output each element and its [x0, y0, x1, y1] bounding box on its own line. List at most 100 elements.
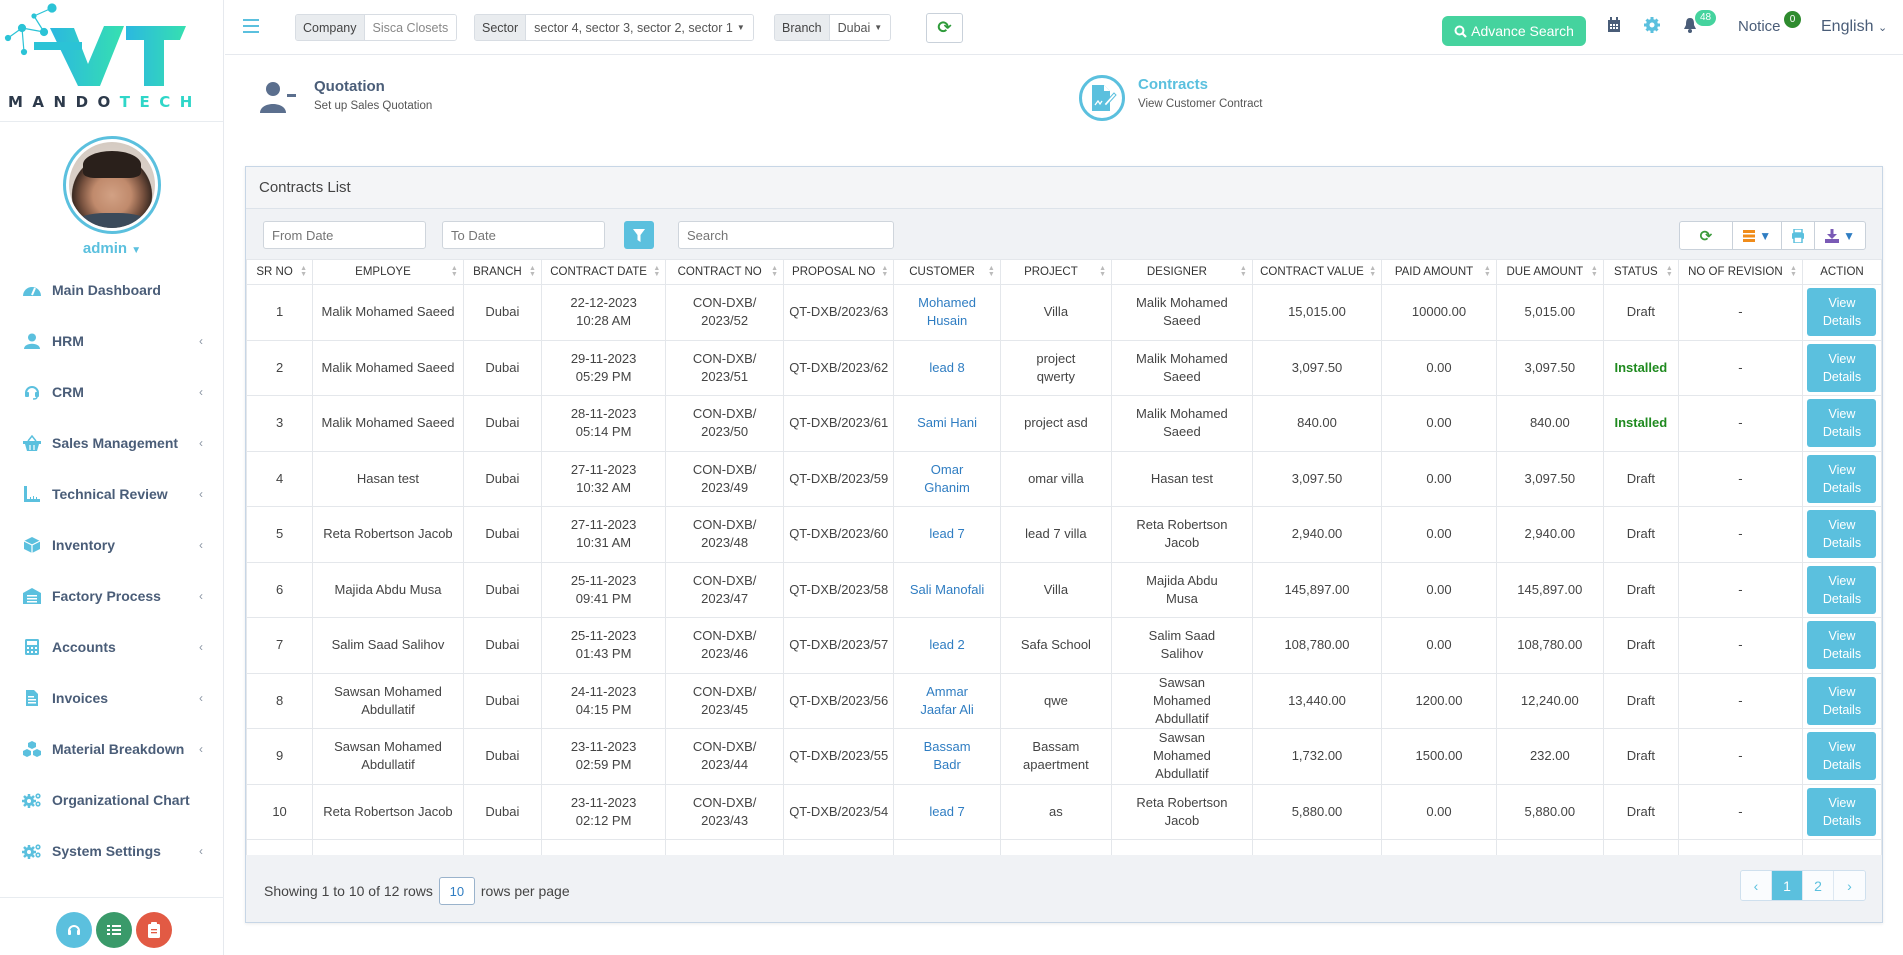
page-1-button[interactable]: 1 — [1772, 871, 1803, 900]
column-header-employe[interactable]: EMPLOYE ▲ ▼ — [312, 259, 464, 285]
sort-icon: ▲ ▼ — [987, 265, 995, 278]
menu-toggle-icon[interactable] — [243, 19, 259, 33]
sidebar-item-system-settings[interactable]: System Settings ‹ — [0, 825, 223, 876]
notice-link[interactable]: Notice — [1738, 18, 1781, 35]
sidebar-item-invoices[interactable]: Invoices ‹ — [0, 672, 223, 723]
table-refresh-button[interactable]: ⟳ — [1680, 222, 1734, 249]
cell-contract-no: CON-DXB/ 2023/50 — [665, 395, 785, 452]
sidebar-item-organizational-chart[interactable]: Organizational Chart — [0, 774, 223, 825]
cell-contract-date: 22-12-2023 10:28 AM — [540, 284, 667, 341]
sidebar-item-main-dashboard[interactable]: Main Dashboard — [0, 264, 223, 315]
export-button[interactable]: ▼ — [1815, 222, 1865, 249]
sidebar-item-material-breakdown[interactable]: Material Breakdown ‹ — [0, 723, 223, 774]
view-details-button[interactable]: View Details — [1807, 565, 1877, 614]
logo[interactable]: MANDOTECH — [0, 0, 223, 122]
branch-selector[interactable]: Branch Dubai ▼ — [774, 14, 892, 41]
column-header-customer[interactable]: CUSTOMER ▲ ▼ — [893, 259, 1001, 285]
column-header-no-of-revision[interactable]: NO OF REVISION ▲ ▼ — [1677, 259, 1803, 285]
next-page-button[interactable]: › — [1834, 871, 1865, 900]
sector-dropdown[interactable]: sector 4, sector 3, sector 2, sector 1 ▼ — [526, 15, 753, 40]
tasks-button[interactable] — [96, 912, 132, 948]
cell-project: project asd — [999, 395, 1113, 452]
support-button[interactable] — [56, 912, 92, 948]
advance-search-button[interactable]: Advance Search — [1442, 16, 1586, 46]
to-date-input[interactable] — [442, 221, 605, 249]
quotation-card[interactable]: Quotation Set up Sales Quotation — [260, 78, 432, 115]
clipboard-icon — [148, 922, 160, 938]
view-details-button[interactable]: View Details — [1807, 288, 1877, 337]
cell-paid-amount: 0.00 — [1381, 395, 1497, 452]
column-header-project[interactable]: PROJECT ▲ ▼ — [999, 259, 1113, 285]
filter-button[interactable] — [624, 221, 654, 249]
calendar-icon[interactable] — [1607, 17, 1621, 33]
gear-icon[interactable] — [1644, 17, 1660, 33]
column-header-due-amount[interactable]: DUE AMOUNT ▲ ▼ — [1495, 259, 1604, 285]
cell-branch: Dubai — [462, 783, 542, 840]
user-menu[interactable]: admin ▼ — [0, 240, 224, 257]
view-details-button[interactable]: View Details — [1807, 787, 1877, 836]
column-header-proposal-no[interactable]: PROPOSAL NO ▲ ▼ — [783, 259, 895, 285]
customer-link[interactable]: lead 7 — [893, 506, 1001, 563]
sidebar-item-sales-management[interactable]: Sales Management ‹ — [0, 417, 223, 468]
view-details-button[interactable]: View Details — [1807, 454, 1877, 503]
columns-toggle-button[interactable]: ▼ — [1733, 222, 1783, 249]
sort-icon: ▲ ▼ — [1369, 265, 1377, 278]
column-header-contract-value[interactable]: CONTRACT VALUE ▲ ▼ — [1251, 259, 1383, 285]
column-header-paid-amount[interactable]: PAID AMOUNT ▲ ▼ — [1381, 259, 1497, 285]
status-badge: Draft — [1602, 617, 1679, 674]
customer-link[interactable]: Mohamed Husain — [893, 284, 1001, 341]
company-selector[interactable]: Company Sisca Closets — [295, 14, 458, 41]
company-value[interactable]: Sisca Closets — [364, 15, 457, 40]
customer-link[interactable]: lead 2 — [893, 617, 1001, 674]
print-button[interactable] — [1782, 222, 1816, 249]
sidebar-item-technical-review[interactable]: Technical Review ‹ — [0, 468, 223, 519]
sidebar-item-inventory[interactable]: Inventory ‹ — [0, 519, 223, 570]
language-selector[interactable]: English ⌄ — [1821, 18, 1887, 36]
clipboard-button[interactable] — [136, 912, 172, 948]
caret-down-icon: ▼ — [1843, 228, 1855, 243]
view-details-button[interactable]: View Details — [1807, 732, 1877, 781]
customer-link[interactable]: lead 7 — [893, 783, 1001, 840]
sidebar-item-accounts[interactable]: Accounts ‹ — [0, 621, 223, 672]
view-details-button[interactable]: View Details — [1807, 676, 1877, 725]
avatar[interactable] — [63, 136, 161, 234]
filter-icon — [633, 228, 645, 242]
view-details-button[interactable]: View Details — [1807, 343, 1877, 392]
status-badge: Installed — [1602, 339, 1679, 396]
view-details-button[interactable]: View Details — [1807, 621, 1877, 670]
cell-proposal-no: QT-DXB/2023/56 — [783, 672, 895, 729]
column-header-contract-no[interactable]: CONTRACT NO ▲ ▼ — [665, 259, 785, 285]
cell-paid-amount: 0.00 — [1381, 561, 1497, 618]
branch-dropdown[interactable]: Dubai ▼ — [829, 15, 891, 40]
rows-per-page-select[interactable]: 10 — [438, 877, 475, 905]
view-details-button[interactable]: View Details — [1807, 510, 1877, 559]
cell-contract-date: 25-11-2023 01:43 PM — [540, 617, 667, 674]
cell-action: View Details — [1801, 672, 1882, 729]
customer-link[interactable]: Bassam Badr — [893, 728, 1001, 785]
sort-icon: ▲ ▼ — [1790, 265, 1797, 278]
column-header-contract-date[interactable]: CONTRACT DATE ▲ ▼ — [540, 259, 667, 285]
search-input[interactable] — [678, 221, 894, 249]
cell-revisions: - — [1677, 561, 1803, 618]
sector-selector[interactable]: Sector sector 4, sector 3, sector 2, sec… — [474, 14, 754, 41]
column-header-branch[interactable]: BRANCH ▲ ▼ — [462, 259, 542, 285]
from-date-input[interactable] — [263, 221, 426, 249]
customer-link[interactable]: Omar Ghanim — [893, 450, 1001, 507]
column-header-sr-no[interactable]: SR NO ▲ ▼ — [246, 259, 314, 285]
sort-icon: ▲ ▼ — [1099, 265, 1107, 278]
customer-link[interactable]: Ammar Jaafar Ali — [893, 672, 1001, 729]
customer-link[interactable]: Sali Manofali — [893, 561, 1001, 618]
sidebar-item-hrm[interactable]: HRM ‹ — [0, 315, 223, 366]
customer-link[interactable]: lead 8 — [893, 339, 1001, 396]
column-header-status[interactable]: STATUS ▲ ▼ — [1602, 259, 1679, 285]
sidebar-item-crm[interactable]: CRM ‹ — [0, 366, 223, 417]
page-2-button[interactable]: 2 — [1803, 871, 1834, 900]
contracts-card[interactable]: Contracts View Customer Contract — [1078, 75, 1262, 122]
customer-link[interactable]: Sami Hani — [893, 395, 1001, 452]
view-details-button[interactable]: View Details — [1807, 399, 1877, 448]
sidebar-item-factory-process[interactable]: Factory Process ‹ — [0, 570, 223, 621]
prev-page-button[interactable]: ‹ — [1741, 871, 1772, 900]
refresh-button[interactable]: ⟳ — [926, 13, 963, 43]
column-header-designer[interactable]: DESIGNER ▲ ▼ — [1111, 259, 1253, 285]
cell-project: Bassam apaertment — [999, 728, 1113, 785]
